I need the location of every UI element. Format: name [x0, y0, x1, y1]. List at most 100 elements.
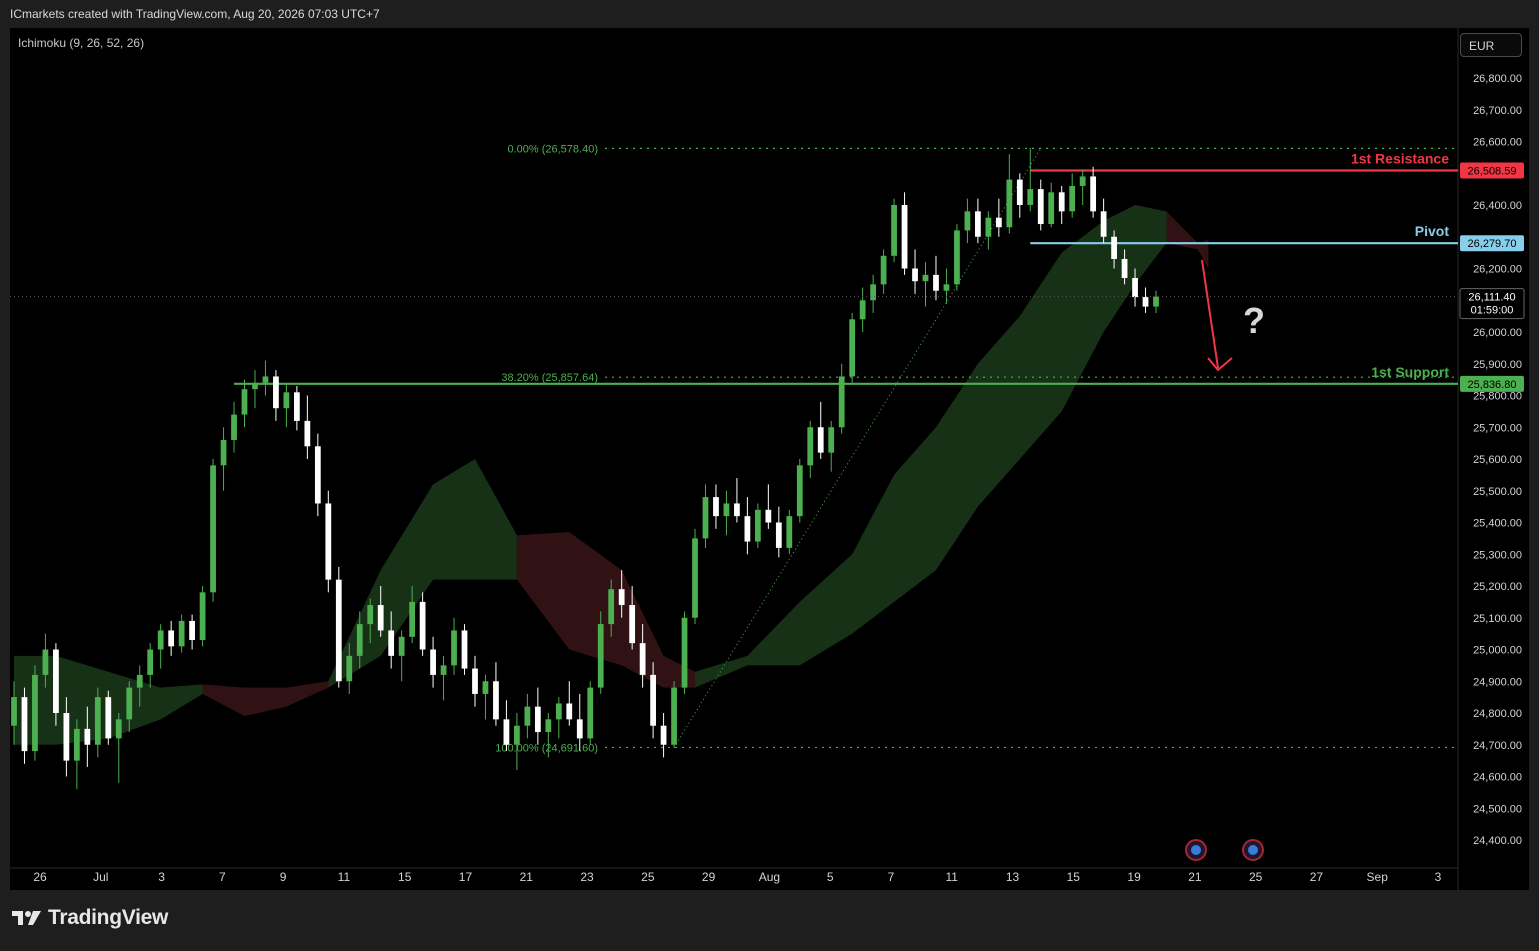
level-price-text: 26,279.70	[1468, 238, 1517, 250]
x-tick-label: 23	[580, 870, 594, 884]
y-tick-label: 25,800.00	[1473, 391, 1522, 403]
candle-body	[943, 284, 950, 291]
candle-body	[262, 376, 269, 383]
candle-body	[356, 624, 363, 656]
candle-body	[419, 601, 426, 650]
candle-body	[608, 589, 615, 625]
candle-body	[639, 643, 646, 675]
candle-body	[314, 446, 321, 504]
tradingview-logo[interactable]: TradingView	[12, 906, 168, 930]
y-tick-label: 24,500.00	[1473, 803, 1522, 815]
y-tick-label: 25,600.00	[1473, 454, 1522, 466]
footer-bar	[0, 890, 1539, 951]
x-tick-label: 15	[398, 870, 412, 884]
candle-body	[1153, 296, 1159, 307]
countdown-text: 01:59:00	[1471, 305, 1514, 317]
y-tick-label: 25,400.00	[1473, 518, 1522, 530]
candle-body	[1006, 179, 1013, 228]
candle-body	[828, 427, 835, 453]
candle-body	[618, 589, 625, 606]
candle-body	[409, 601, 416, 637]
x-tick-label: 29	[702, 870, 716, 884]
candle-body	[32, 674, 38, 752]
candle-body	[880, 255, 887, 285]
candle-body	[451, 630, 457, 666]
candle-body	[1058, 192, 1065, 212]
candle-body	[73, 728, 80, 761]
candle-body	[849, 319, 856, 377]
candle-body	[147, 649, 154, 675]
currency-button[interactable]: EUR	[1460, 33, 1522, 57]
fib-level-label: 0.00% (26,578.40)	[507, 143, 598, 155]
y-tick-label: 24,600.00	[1473, 772, 1522, 784]
candle-body	[660, 725, 667, 745]
candle-body	[566, 703, 573, 720]
x-tick-label: 25	[641, 870, 655, 884]
x-tick-label: Jul	[93, 870, 108, 884]
fib-level-label: 100.00% (24,691.60)	[495, 742, 598, 754]
candle-body	[252, 382, 258, 390]
x-tick-label: 5	[827, 870, 834, 884]
candle-body	[975, 211, 981, 237]
candle-body	[859, 300, 866, 320]
candle-body	[723, 503, 730, 517]
x-tick-label: 19	[1127, 870, 1141, 884]
x-tick-label: 15	[1067, 870, 1081, 884]
candle-body	[440, 665, 447, 675]
x-tick-label: 9	[280, 870, 287, 884]
x-tick-label: Aug	[759, 870, 780, 884]
candle-body	[514, 725, 520, 745]
candle-body	[1027, 189, 1034, 205]
candle-body	[105, 697, 112, 739]
ichimoku-cloud-bear	[1166, 211, 1209, 269]
ichimoku-cloud-bear	[516, 532, 696, 688]
candle-body	[482, 681, 489, 694]
candle-body	[1016, 179, 1023, 205]
price-chart[interactable]: 0.00% (26,578.40) 38.20% (25,857.64) 100.0…	[10, 28, 1529, 890]
level-price-text: 26,508.59	[1468, 166, 1517, 178]
y-tick-label: 24,900.00	[1473, 676, 1522, 688]
last-price-text: 26,111.40	[1468, 292, 1515, 304]
question-annotation: ?	[1243, 300, 1265, 341]
y-tick-label: 26,000.00	[1473, 327, 1522, 339]
candle-body	[534, 706, 541, 733]
candle-body	[304, 420, 311, 447]
candle-body	[136, 674, 143, 688]
candle-body	[775, 522, 782, 548]
chart-area[interactable]: 0.00% (26,578.40) 38.20% (25,857.64) 100.0…	[10, 28, 1529, 890]
tradingview-logo-icon	[12, 911, 41, 925]
candle-body	[231, 414, 237, 440]
candle-body	[817, 427, 824, 453]
candle-body	[765, 509, 772, 523]
x-tick-label: 17	[459, 870, 473, 884]
candle-body	[524, 706, 531, 726]
candle-body	[388, 630, 395, 656]
y-tick-label: 24,400.00	[1473, 835, 1522, 847]
attribution-text: ICmarkets created with TradingView.com, …	[10, 7, 380, 21]
candle-body	[1079, 176, 1086, 186]
y-tick-label: 26,200.00	[1473, 264, 1522, 276]
candle-body	[744, 516, 751, 542]
candle-body	[964, 211, 971, 231]
candle-body	[870, 284, 877, 301]
candle-body	[587, 687, 594, 739]
candle-body	[1142, 297, 1149, 307]
x-tick-label: 27	[1310, 870, 1324, 884]
y-tick-label: 26,600.00	[1473, 137, 1522, 149]
y-tick-label: 25,900.00	[1473, 359, 1522, 371]
candle-body	[838, 376, 845, 428]
candle-body	[1132, 278, 1138, 298]
candle-body	[734, 503, 740, 517]
y-tick-label: 24,800.00	[1473, 708, 1522, 720]
indicator-legend[interactable]: Ichimoku (9, 26, 52, 26)	[18, 36, 144, 50]
candle-body	[11, 697, 17, 726]
candle-body	[1111, 236, 1117, 259]
candle-body	[692, 538, 698, 618]
y-tick-label: 25,000.00	[1473, 645, 1522, 657]
candle-body	[168, 630, 175, 647]
x-tick-label: 11	[338, 870, 351, 884]
candle-body	[241, 389, 248, 415]
candle-body	[346, 655, 353, 682]
candle-body	[115, 719, 122, 739]
candle-body	[335, 579, 342, 682]
